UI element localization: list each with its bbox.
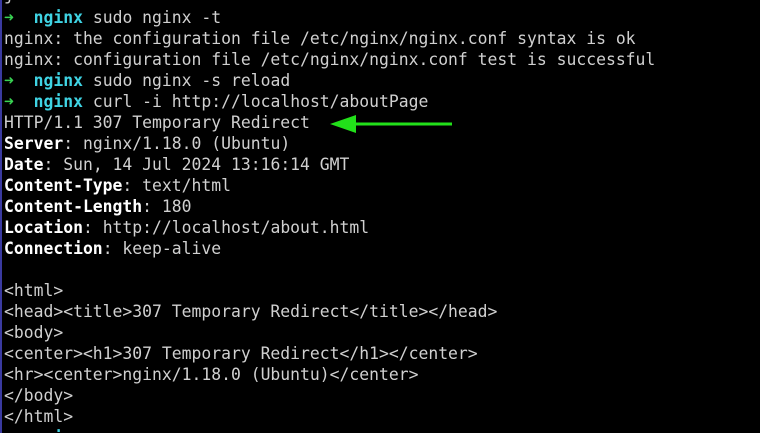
annotation-arrow-head: [330, 115, 356, 133]
terminal-window[interactable]: j ➜ nginx sudo nginx -t nginx: the confi…: [0, 0, 760, 433]
annotation-arrow-icon: [330, 115, 452, 133]
